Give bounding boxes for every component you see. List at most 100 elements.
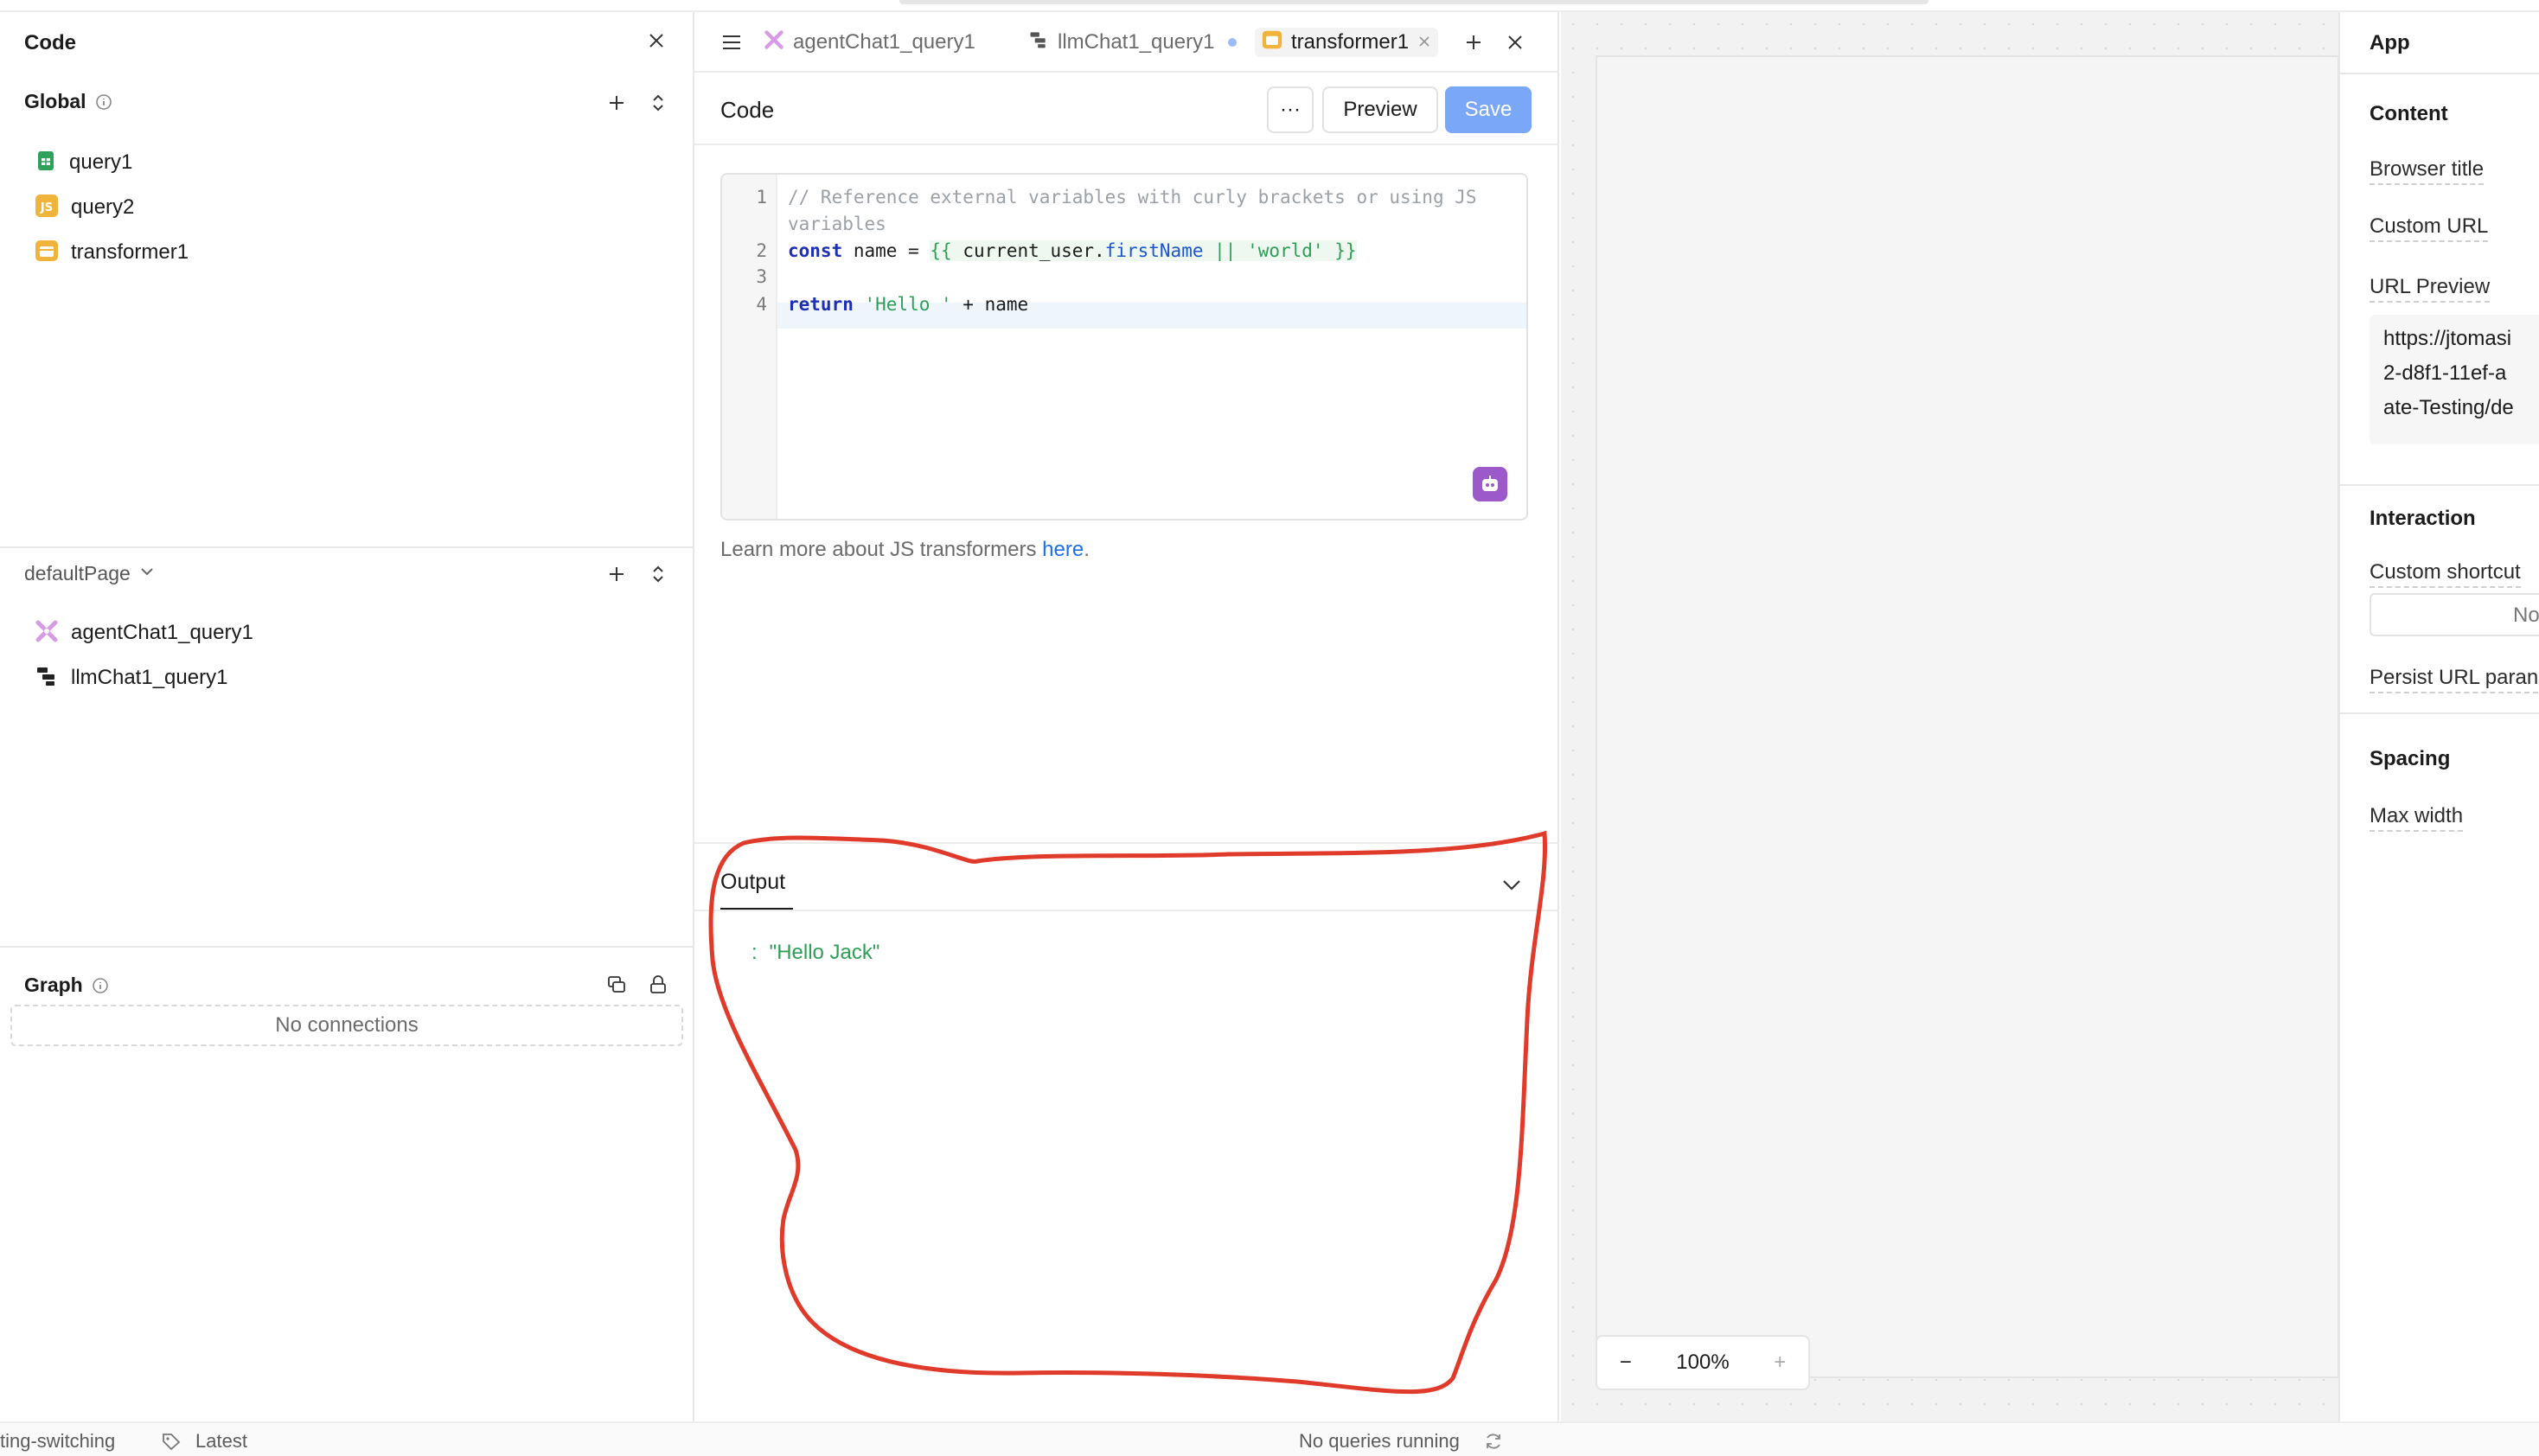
global-item-transformer1[interactable]: transformer1 — [35, 237, 467, 268]
info-icon[interactable] — [95, 93, 112, 115]
top-bar — [0, 0, 2539, 12]
global-section-label: Global — [24, 90, 86, 112]
spacing-header[interactable]: Spacing — [2370, 747, 2450, 771]
page-section-label: defaultPage — [24, 562, 131, 584]
add-icon[interactable] — [604, 90, 630, 116]
code-text: + name — [951, 294, 1029, 315]
browser-title-label: Browser title — [2370, 157, 2485, 185]
help-text-body: Learn more about JS transformers — [720, 538, 1043, 561]
tab-label: llmChat1_query1 — [1058, 30, 1215, 54]
output-tab[interactable]: Output — [720, 870, 785, 895]
url-preview-text: 2-d8f1-11ef-a — [2383, 361, 2507, 385]
global-item-query2[interactable]: JS query2 — [35, 192, 467, 223]
tab-label: transformer1 — [1291, 30, 1410, 54]
item-label: agentChat1_query1 — [71, 621, 253, 644]
agent-icon — [764, 29, 784, 56]
graph-view-icon[interactable] — [604, 972, 630, 998]
tab-agentchat1-query1[interactable]: agentChat1_query1 — [764, 28, 975, 57]
divider — [694, 842, 1559, 844]
expand-collapse-icon[interactable] — [645, 561, 671, 587]
info-icon[interactable] — [92, 977, 109, 999]
zoom-control: − 100% + — [1596, 1335, 1810, 1390]
preview-button[interactable]: Preview — [1322, 86, 1438, 133]
line-number: 2 — [756, 240, 767, 261]
tab-transformer1[interactable]: transformer1 — [1255, 28, 1439, 57]
url-preview-box: https://jtomasi 2-d8f1-11ef-a ate-Testin… — [2370, 315, 2539, 444]
refresh-icon[interactable] — [1484, 1432, 1503, 1456]
tab-label: agentChat1_query1 — [793, 30, 975, 54]
zoom-level: 100% — [1676, 1351, 1730, 1374]
code-editor[interactable]: 1 2 3 4 // Reference external variables … — [720, 173, 1528, 520]
url-preview-label: URL Preview — [2370, 275, 2491, 303]
interaction-header[interactable]: Interaction — [2370, 507, 2476, 531]
window-grip[interactable] — [899, 0, 1928, 4]
transformer-icon — [35, 239, 59, 267]
url-preview-text: https://jtomasi — [2383, 327, 2512, 350]
code-keyword: const — [788, 240, 843, 261]
code-comment: variables — [788, 214, 886, 234]
output-value: "Hello Jack" — [769, 941, 880, 964]
ai-assistant-icon[interactable] — [1473, 467, 1507, 501]
code-template: {{ — [930, 240, 963, 261]
code-string: 'world' — [1247, 240, 1324, 261]
more-button[interactable]: ··· — [1267, 86, 1314, 133]
code-comment: // Reference external variables with cur… — [788, 187, 1477, 208]
tab-llmchat1-query1[interactable]: llmChat1_query1 — [1028, 28, 1238, 57]
editor-title: Code — [720, 97, 775, 123]
line-number: 4 — [756, 294, 767, 315]
tag-icon — [161, 1432, 182, 1456]
custom-url-label: Custom URL — [2370, 214, 2489, 242]
code-keyword: return — [788, 294, 854, 315]
code-property: firstName — [1104, 240, 1204, 261]
help-text-period: . — [1084, 538, 1090, 561]
page-selector[interactable]: defaultPage — [24, 562, 155, 585]
item-label: transformer1 — [71, 240, 189, 264]
page-item-llmchat1-query1[interactable]: llmChat1_query1 — [35, 662, 467, 693]
divider — [2340, 73, 2539, 74]
zoom-in-button[interactable]: + — [1774, 1351, 1786, 1375]
code-text: . — [1094, 240, 1105, 261]
max-width-label: Max width — [2370, 804, 2464, 832]
close-icon[interactable] — [1502, 29, 1528, 55]
close-icon[interactable] — [643, 28, 669, 54]
menu-icon[interactable] — [719, 29, 745, 55]
code-line-2: const name = {{ current_user.firstName |… — [788, 240, 1357, 261]
sheets-icon — [35, 150, 57, 176]
add-tab-icon[interactable] — [1461, 29, 1487, 55]
output-colon: : — [751, 941, 758, 964]
chevron-down-icon — [139, 565, 155, 582]
queries-status: No queries running — [1299, 1430, 1460, 1452]
sidebar-title: Code — [24, 31, 76, 54]
artboard[interactable] — [1596, 55, 2339, 1378]
content-header[interactable]: Content — [2370, 102, 2448, 126]
svg-text:JS: JS — [40, 201, 53, 214]
code-string: 'Hello ' — [853, 294, 952, 315]
line-gutter — [722, 175, 777, 519]
llm-icon — [1028, 29, 1049, 56]
help-link[interactable]: here — [1042, 538, 1084, 561]
global-item-query1[interactable]: query1 — [35, 147, 467, 178]
add-icon[interactable] — [604, 561, 630, 587]
app-canvas[interactable]: − 100% + — [1561, 12, 2339, 1421]
item-label: query1 — [69, 150, 133, 174]
shortcut-input[interactable]: No — [2370, 593, 2539, 636]
persist-url-label: Persist URL paran — [2370, 666, 2539, 693]
help-text: Learn more about JS transformers here. — [720, 538, 1090, 562]
close-tab-icon[interactable] — [1417, 30, 1431, 54]
inspector-title: App — [2370, 31, 2410, 54]
item-label: query2 — [71, 195, 135, 219]
expand-collapse-icon[interactable] — [645, 90, 671, 116]
branch-name[interactable]: ting-switching — [0, 1430, 115, 1453]
inspector-panel: App Content Browser title Custom URL URL… — [2338, 12, 2539, 1421]
code-text: name = — [842, 240, 931, 261]
save-button[interactable]: Save — [1445, 86, 1532, 133]
zoom-out-button[interactable]: − — [1620, 1351, 1632, 1375]
shortcut-value: No — [2513, 603, 2539, 627]
divider — [2340, 484, 2539, 486]
chevron-down-icon[interactable] — [1499, 872, 1525, 898]
lock-icon[interactable] — [645, 972, 671, 998]
tab-bar: agentChat1_query1 llmChat1_query1 transf… — [694, 12, 1559, 73]
graph-section-label: Graph — [24, 974, 83, 996]
version-label[interactable]: Latest — [195, 1430, 247, 1453]
page-item-agentchat1-query1[interactable]: agentChat1_query1 — [35, 617, 467, 648]
